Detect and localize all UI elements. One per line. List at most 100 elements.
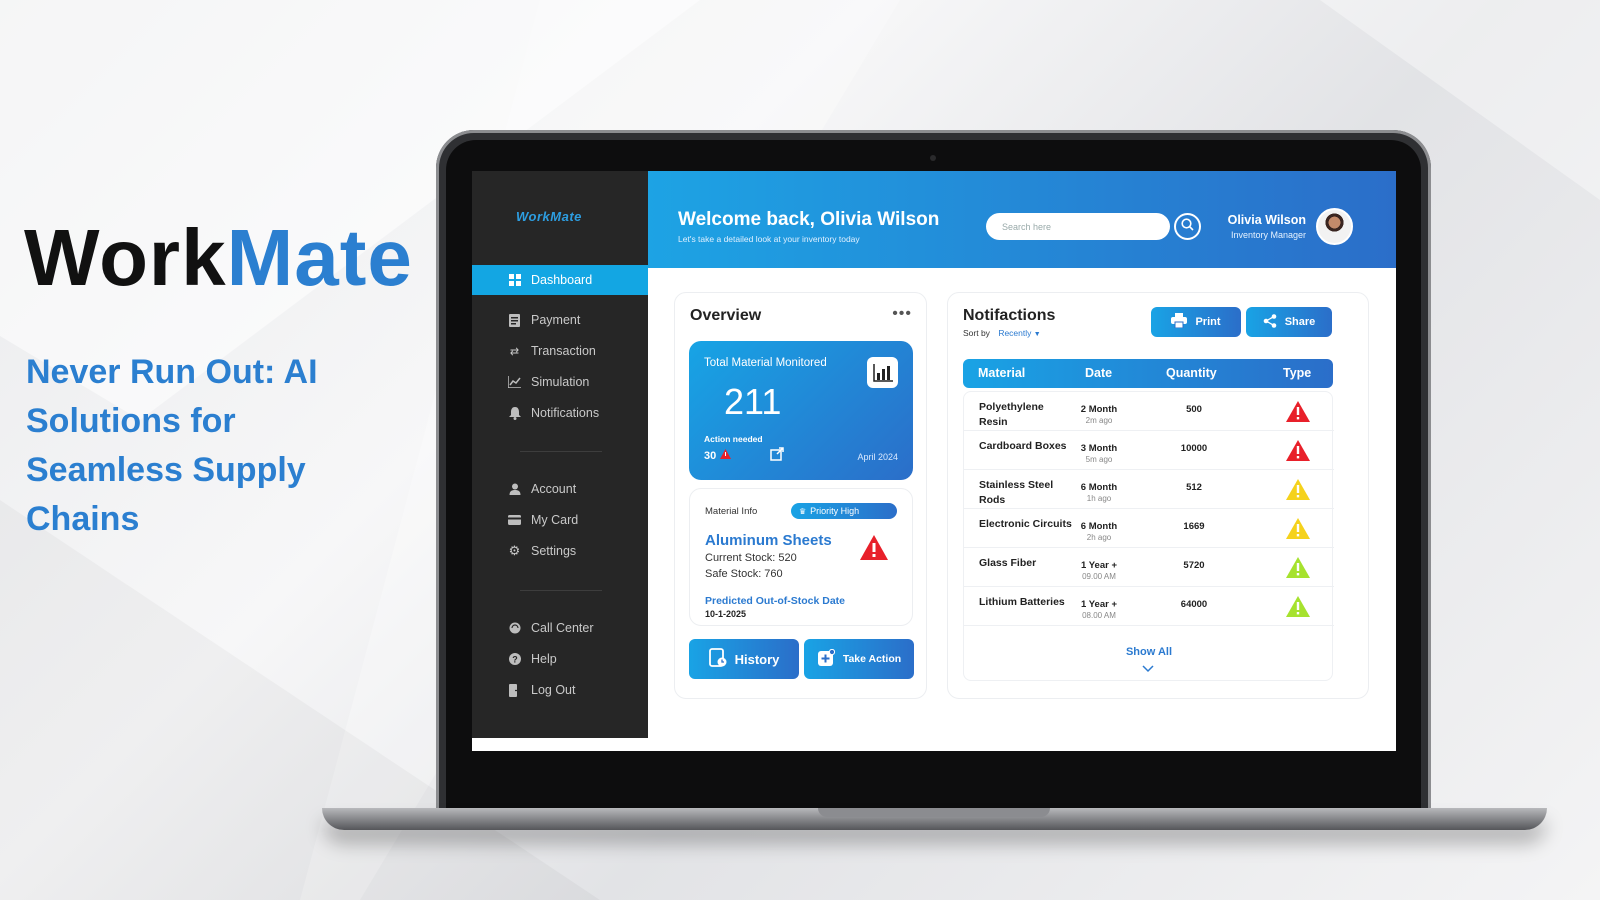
search-button[interactable] (1174, 213, 1201, 240)
warning-icon (720, 449, 732, 462)
take-action-button[interactable]: Take Action (804, 639, 914, 679)
tagline: Never Run Out: AI Solutions for Seamless… (26, 353, 318, 538)
sidebar-item-payment[interactable]: Payment (472, 305, 648, 335)
overview-date: April 2024 (857, 452, 898, 462)
predicted-label: Predicted Out-of-Stock Date (705, 595, 846, 607)
current-stock: Current Stock: 520 (705, 552, 797, 564)
sidebar-item-label: My Card (531, 513, 579, 527)
cell-time-ago: 09.00 AM (1082, 572, 1116, 581)
sidebar-item-simulation[interactable]: Simulation (472, 367, 648, 397)
logout-icon (508, 683, 521, 697)
headset-icon (508, 622, 521, 635)
svg-text:?: ? (512, 655, 518, 665)
more-options-icon[interactable]: ••• (892, 305, 912, 323)
sidebar-item-dashboard[interactable]: Dashboard (472, 265, 648, 295)
history-button[interactable]: History (689, 639, 799, 679)
dashboard-icon (508, 274, 521, 287)
table-header: Material Date Quantity Type (963, 359, 1333, 388)
share-icon (1263, 313, 1277, 331)
material-name: Aluminum Sheets (705, 532, 832, 549)
brand-title: WorkMate (24, 212, 413, 304)
safe-stock: Safe Stock: 760 (705, 568, 783, 580)
material-info-label: Material Info (705, 506, 758, 517)
warning-icon (1286, 518, 1310, 544)
sort-dropdown[interactable]: Recently ▼ (998, 328, 1040, 338)
column-header-date[interactable]: Date (1085, 366, 1112, 380)
cell-quantity: 1669 (1183, 521, 1205, 532)
table-row[interactable]: Glass Fiber 1 Year + 09.00 AM 5720 (964, 548, 1334, 587)
printer-icon (1171, 313, 1188, 331)
table-row[interactable]: Lithium Batteries 1 Year + 08.00 AM 6400… (964, 587, 1334, 626)
history-icon (708, 647, 727, 671)
cell-time-ago: 08.00 AM (1082, 611, 1116, 620)
welcome-title: Welcome back, Olivia Wilson (678, 209, 940, 230)
add-icon (817, 648, 835, 670)
sidebar-item-account[interactable]: Account (472, 474, 648, 504)
print-button[interactable]: Print (1151, 307, 1241, 337)
external-link-icon[interactable] (770, 447, 784, 461)
warning-icon (1286, 557, 1310, 583)
total-material-box: Total Material Monitored 211 Action need… (689, 341, 913, 480)
crown-icon: ♛ (799, 506, 807, 516)
sidebar-item-transaction[interactable]: ⇄ Transaction (472, 336, 648, 366)
priority-badge: ♛ Priority High (791, 503, 897, 519)
action-count-value: 30 (704, 449, 717, 462)
sidebar-item-call-center[interactable]: Call Center (472, 613, 648, 643)
cell-quantity: 512 (1186, 482, 1202, 493)
cell-time-ago: 2h ago (1086, 533, 1112, 542)
camera (930, 155, 936, 161)
table-row[interactable]: Electronic Circuits 6 Month 2h ago 1669 (964, 509, 1334, 548)
column-header-material[interactable]: Material (978, 366, 1025, 380)
warning-icon (860, 535, 888, 565)
overview-title: Overview (690, 307, 762, 324)
predicted-date: 10-1-2025 (705, 609, 747, 619)
avatar[interactable] (1316, 208, 1353, 245)
column-header-quantity[interactable]: Quantity (1166, 366, 1217, 380)
cell-date: 6 Month (1080, 521, 1118, 532)
app-logo: WorkMate (516, 209, 582, 224)
card-icon (508, 514, 521, 527)
table-row[interactable]: Cardboard Boxes 3 Month 5m ago 10000 (964, 431, 1334, 470)
table-row[interactable]: Stainless Steel Rods 6 Month 1h ago 512 (964, 470, 1334, 509)
action-needed-count: 30 (704, 449, 732, 462)
sidebar-item-settings[interactable]: ⚙ Settings (472, 536, 648, 566)
sidebar-item-log-out[interactable]: Log Out (472, 675, 648, 705)
sidebar-item-notifications[interactable]: Notifications (472, 398, 648, 428)
notifications-card: Notifactions Sort by Recently ▼ Print Sh… (947, 292, 1369, 699)
help-icon: ? (508, 653, 521, 666)
search-icon (1181, 217, 1194, 236)
table-row[interactable]: Polyethylene Resin 2 Month 2m ago 500 (964, 392, 1334, 431)
sidebar-item-help[interactable]: ? Help (472, 644, 648, 674)
header: Welcome back, Olivia Wilson Let's take a… (648, 171, 1396, 268)
sidebar-item-label: Log Out (531, 683, 576, 697)
notifications-table: Polyethylene Resin 2 Month 2m ago 500 Ca… (963, 391, 1334, 681)
cell-quantity: 5720 (1183, 560, 1205, 571)
sort-by-label: Sort by (963, 328, 990, 338)
warning-icon (1286, 479, 1310, 505)
sidebar-item-label: Transaction (531, 344, 596, 358)
cell-material: Lithium Batteries (979, 596, 1065, 608)
welcome-subtitle: Let's take a detailed look at your inven… (678, 234, 860, 244)
column-header-type[interactable]: Type (1283, 366, 1311, 380)
gear-icon: ⚙ (508, 543, 521, 558)
show-all-link[interactable]: Show All (964, 646, 1334, 658)
take-action-button-label: Take Action (842, 653, 902, 665)
search-input[interactable] (986, 213, 1170, 240)
share-button[interactable]: Share (1246, 307, 1332, 337)
user-role: Inventory Manager (1230, 230, 1306, 240)
warning-icon (1286, 401, 1310, 427)
sidebar-item-my-card[interactable]: My Card (472, 505, 648, 535)
priority-label: Priority High (810, 506, 860, 516)
app-screen: WorkMate Dashboard Payment ⇄ Transaction… (472, 171, 1396, 751)
sidebar-divider (520, 451, 602, 452)
overview-card: Overview ••• Total Material Monitored 21… (674, 292, 927, 699)
action-needed-label: Action needed (704, 434, 763, 444)
warning-icon (1286, 596, 1310, 622)
laptop-notch (818, 808, 1050, 817)
share-button-label: Share (1284, 316, 1316, 328)
brand-title-part2: Mate (226, 213, 413, 302)
cell-material: Stainless Steel Rods (979, 479, 1054, 506)
chevron-down-icon[interactable] (1142, 660, 1154, 678)
warning-icon (1286, 440, 1310, 466)
brand-title-part1: Work (24, 213, 227, 302)
